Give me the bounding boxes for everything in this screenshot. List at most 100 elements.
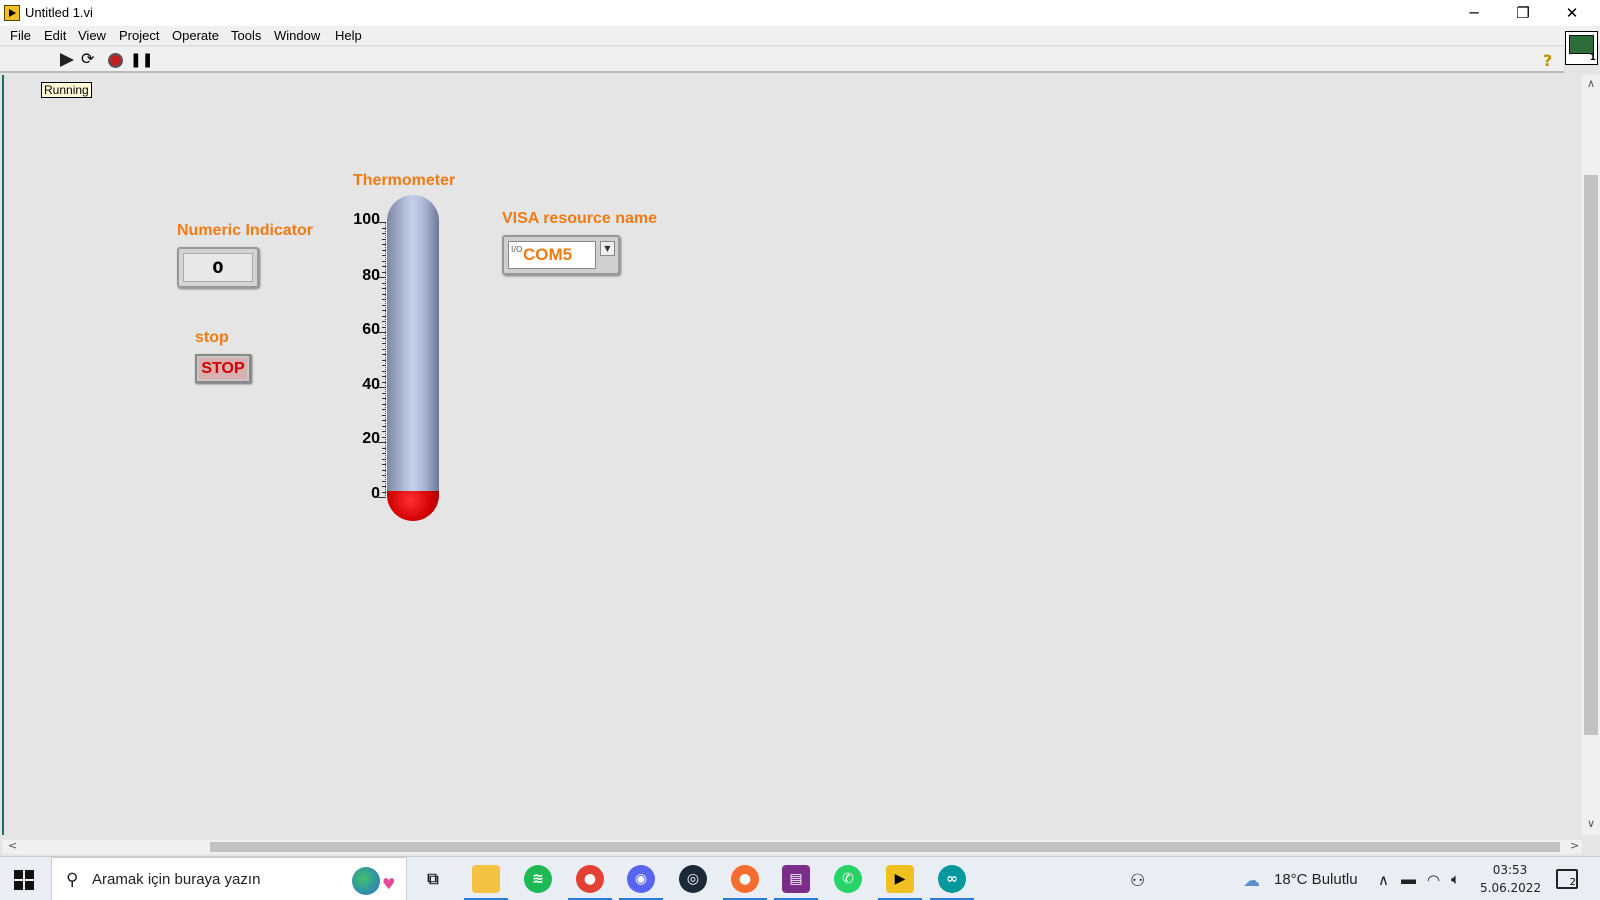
winrar-icon[interactable]: ▤ xyxy=(782,865,810,893)
taskbar-search-box[interactable]: ⚲ Aramak için buraya yazın ♥ xyxy=(51,857,407,900)
arduino-icon[interactable]: ∞ xyxy=(938,865,966,893)
thermometer-minor-tick xyxy=(382,491,386,493)
thermometer-minor-tick xyxy=(382,227,386,229)
visa-resource-control[interactable]: I/O COM5 ▼ xyxy=(502,235,620,275)
stop-label: stop xyxy=(195,329,229,346)
menu-window[interactable]: Window xyxy=(274,28,320,43)
thermometer-minor-tick xyxy=(382,409,386,410)
thermometer-minor-tick xyxy=(382,414,386,416)
thermometer-minor-tick xyxy=(382,469,386,471)
thermometer-minor-tick xyxy=(382,475,386,476)
title-bar: Untitled 1.vi ─ ❐ ✕ xyxy=(0,0,1600,26)
horizontal-scrollbar[interactable]: < > xyxy=(2,839,1582,854)
context-help-icon[interactable]: ? xyxy=(1543,51,1559,70)
chrome-icon[interactable]: ● xyxy=(576,865,604,893)
search-placeholder: Aramak için buraya yazın xyxy=(92,871,261,888)
thermometer-minor-tick xyxy=(378,277,386,278)
vi-icon-image xyxy=(1569,35,1594,54)
whatsapp-icon[interactable]: ✆ xyxy=(834,865,862,893)
minimize-button[interactable]: ─ xyxy=(1451,0,1497,26)
thermometer-minor-tick xyxy=(382,249,386,251)
scroll-right-icon[interactable]: > xyxy=(1570,839,1579,852)
thermometer-minor-tick xyxy=(382,392,386,394)
running-status-tip: Running xyxy=(41,82,92,98)
people-icon[interactable]: ⚇ xyxy=(1130,871,1145,891)
clock-time: 03:53 xyxy=(1492,863,1528,877)
visa-resource-value: COM5 xyxy=(523,245,573,264)
vi-connector-badge: 1 xyxy=(1589,53,1596,63)
file-explorer-icon[interactable] xyxy=(472,865,500,893)
task-view-icon[interactable]: ⧉ xyxy=(419,865,447,893)
visa-resource-label: VISA resource name xyxy=(502,210,658,227)
thermometer-minor-tick xyxy=(382,304,386,306)
thermometer-minor-tick xyxy=(382,458,386,460)
thermometer-minor-tick xyxy=(382,486,386,487)
scroll-up-icon[interactable]: ∧ xyxy=(1587,77,1595,90)
restore-button[interactable]: ❐ xyxy=(1500,0,1546,26)
thermometer-minor-tick xyxy=(382,425,386,427)
thermometer-minor-tick xyxy=(382,293,386,295)
thermometer-tick-60: 60 xyxy=(362,321,380,338)
thermometer-minor-tick xyxy=(378,387,386,388)
vertical-scroll-thumb[interactable] xyxy=(1584,175,1598,735)
notifications-icon[interactable]: 2 xyxy=(1556,869,1578,889)
scroll-left-icon[interactable]: < xyxy=(8,839,17,852)
thermometer-minor-tick xyxy=(382,359,386,361)
weather-text[interactable]: 18°C Bulutlu xyxy=(1274,871,1358,888)
notification-count: 2 xyxy=(1569,877,1576,888)
visa-resource-field[interactable]: I/O COM5 xyxy=(508,241,596,269)
visa-dropdown-icon[interactable]: ▼ xyxy=(600,241,615,256)
menu-edit[interactable]: Edit xyxy=(44,28,66,43)
vertical-scrollbar[interactable]: ∧ ∨ xyxy=(1582,75,1600,835)
run-continuously-icon[interactable]: ⟳ xyxy=(81,51,99,67)
pause-icon[interactable]: ❚❚ xyxy=(130,52,153,68)
wifi-icon[interactable]: ◠ xyxy=(1427,871,1440,889)
discord-icon[interactable]: ◉ xyxy=(627,865,655,893)
menu-view[interactable]: View xyxy=(78,28,106,43)
thermometer-minor-tick xyxy=(382,403,386,405)
menu-tools[interactable]: Tools xyxy=(231,28,261,43)
thermometer-minor-tick xyxy=(382,315,386,317)
thermometer-bulb-fill xyxy=(387,491,439,521)
menu-operate[interactable]: Operate xyxy=(172,28,219,43)
thermometer-minor-tick xyxy=(378,497,386,498)
labview-taskbar-icon[interactable]: ▶ xyxy=(886,865,914,893)
thermometer-minor-tick xyxy=(382,271,386,273)
thermometer-minor-tick xyxy=(382,354,386,355)
close-button[interactable]: ✕ xyxy=(1549,0,1595,26)
abort-execution-icon[interactable] xyxy=(108,53,123,68)
origin-icon[interactable]: ● xyxy=(731,865,759,893)
spotify-icon[interactable]: ≋ xyxy=(524,865,552,893)
thermometer-label: Thermometer xyxy=(353,172,456,189)
thermometer-minor-tick xyxy=(382,255,386,256)
scroll-down-icon[interactable]: ∨ xyxy=(1587,817,1595,830)
thermometer-minor-tick xyxy=(382,348,386,350)
menu-project[interactable]: Project xyxy=(119,28,159,43)
menu-help[interactable]: Help xyxy=(335,28,362,43)
menu-file[interactable]: File xyxy=(10,28,31,43)
clock[interactable]: 03:53 5.06.2022 xyxy=(1480,861,1542,897)
numeric-indicator: 0 xyxy=(177,247,259,288)
thermometer-minor-tick xyxy=(382,381,386,383)
thermometer-minor-tick xyxy=(382,370,386,372)
run-arrow-icon[interactable] xyxy=(60,53,74,67)
volume-icon[interactable]: 🔈︎ xyxy=(1451,871,1460,888)
thermometer-minor-tick xyxy=(382,260,386,262)
thermometer-minor-tick xyxy=(382,398,386,399)
vi-icon-pane[interactable]: 1 xyxy=(1565,31,1598,65)
front-panel xyxy=(2,75,1582,835)
show-hidden-icons-icon[interactable]: ∧ xyxy=(1378,871,1389,889)
battery-icon[interactable]: ▬ xyxy=(1401,871,1416,888)
thermometer-minor-tick xyxy=(382,480,386,482)
thermometer-minor-tick xyxy=(382,238,386,240)
steam-icon[interactable]: ◎ xyxy=(679,865,707,893)
clock-date: 5.06.2022 xyxy=(1480,881,1542,895)
thermometer-minor-tick xyxy=(382,244,386,245)
thermometer-tick-100: 100 xyxy=(353,211,380,228)
stop-button[interactable]: STOP xyxy=(195,354,251,383)
horizontal-scroll-thumb[interactable] xyxy=(210,842,1560,852)
thermometer-minor-tick xyxy=(382,343,386,344)
stop-button-text: STOP xyxy=(199,358,247,379)
windows-start-icon[interactable] xyxy=(14,870,34,890)
numeric-indicator-value: 0 xyxy=(183,253,253,282)
